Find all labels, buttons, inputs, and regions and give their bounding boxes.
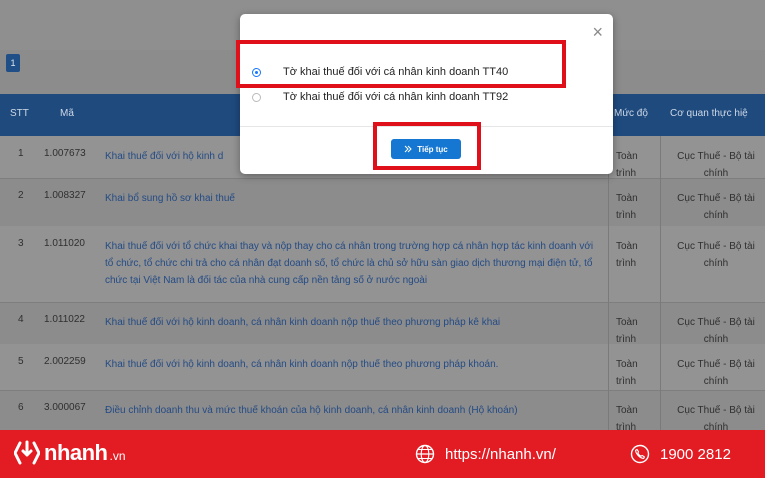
brand-name: nhanh (44, 440, 108, 465)
cell-stt: 6 (18, 402, 24, 413)
cell-muc-do: Toàn trình (616, 151, 638, 179)
close-icon[interactable]: × (592, 22, 603, 43)
cell-procedure-link[interactable]: Khai thuế đối với hộ kinh doanh, cá nhân… (105, 356, 595, 373)
nhanh-logo: nhanh .vn (14, 440, 126, 466)
cell-ma: 1.008327 (44, 190, 86, 201)
cell-ma: 2.002259 (44, 356, 86, 367)
table-row: 4 1.011022 Khai thuế đối với hộ kinh doa… (0, 302, 765, 345)
cell-procedure-link[interactable]: Khai thuế đối với tổ chức khai thay và n… (105, 238, 595, 289)
cell-muc-do: Toàn trình (616, 317, 638, 345)
cell-stt: 2 (18, 190, 24, 201)
declaration-type-modal: × Tờ khai thuế đối với cá nhân kinh doan… (236, 14, 613, 174)
brand-suffix: .vn (109, 449, 126, 463)
cell-ma: 1.011022 (44, 314, 85, 325)
table-row: 5 2.002259 Khai thuế đối với hộ kinh doa… (0, 344, 765, 390)
cell-muc-do: Toàn trình (616, 359, 638, 387)
globe-icon (415, 444, 435, 464)
highlight-box-button (373, 122, 481, 170)
cell-co-quan: Cục Thuế - Bộ tài chính (677, 193, 755, 221)
cell-stt: 5 (18, 356, 24, 367)
nhanh-logo-icon (14, 440, 40, 465)
cell-procedure-link[interactable]: Điều chỉnh doanh thu và mức thuế khoán c… (105, 402, 595, 419)
table-row: 3 1.011020 Khai thuế đối với tổ chức kha… (0, 226, 765, 302)
header-co-quan: Cơ quan thực hiệ (670, 108, 748, 119)
cell-muc-do: Toàn trình (616, 241, 638, 269)
header-ma: Mã (60, 108, 74, 119)
cell-co-quan: Cục Thuế - Bộ tài chính (677, 405, 755, 430)
cell-co-quan: Cục Thuế - Bộ tài chính (677, 359, 755, 387)
option-tt92[interactable]: Tờ khai thuế đối với cá nhân kinh doanh … (252, 91, 508, 103)
hotline[interactable]: 1900 2812 (630, 444, 731, 464)
cell-procedure-link[interactable]: Khai bổ sung hồ sơ khai thuế (105, 190, 595, 207)
option-tt92-label: Tờ khai thuế đối với cá nhân kinh doanh … (283, 91, 509, 103)
website-url: https://nhanh.vn/ (445, 445, 556, 463)
cell-stt: 1 (18, 148, 24, 159)
cell-co-quan: Cục Thuế - Bộ tài chính (677, 151, 755, 179)
cell-ma: 1.011020 (44, 238, 85, 249)
cell-stt: 3 (18, 238, 24, 249)
table-row: 2 1.008327 Khai bổ sung hồ sơ khai thuế … (0, 178, 765, 226)
phone-icon (630, 444, 650, 464)
cell-co-quan: Cục Thuế - Bộ tài chính (677, 241, 755, 269)
brand-footer: nhanh .vn https://nhanh.vn/ 1900 2812 (0, 430, 765, 478)
radio-unselected-icon[interactable] (252, 92, 261, 102)
header-stt: STT (10, 108, 29, 119)
cell-co-quan: Cục Thuế - Bộ tài chính (677, 317, 755, 345)
header-muc-do: Mức độ (614, 108, 648, 119)
cell-stt: 4 (18, 314, 24, 325)
cell-ma: 1.007673 (44, 148, 86, 159)
phone-number: 1900 2812 (660, 445, 731, 463)
cell-muc-do: Toàn trình (616, 193, 638, 221)
column-separator (608, 136, 609, 430)
cell-ma: 3.000067 (44, 402, 86, 413)
pagination-current[interactable]: 1 (6, 54, 20, 72)
cell-muc-do: Toàn trình (616, 405, 638, 430)
column-separator (660, 136, 661, 430)
table-row: 6 3.000067 Điều chỉnh doanh thu và mức t… (0, 390, 765, 430)
website-link[interactable]: https://nhanh.vn/ (415, 444, 556, 464)
highlight-box-option (236, 40, 566, 88)
cell-procedure-link[interactable]: Khai thuế đối với hộ kinh doanh, cá nhân… (105, 314, 595, 331)
